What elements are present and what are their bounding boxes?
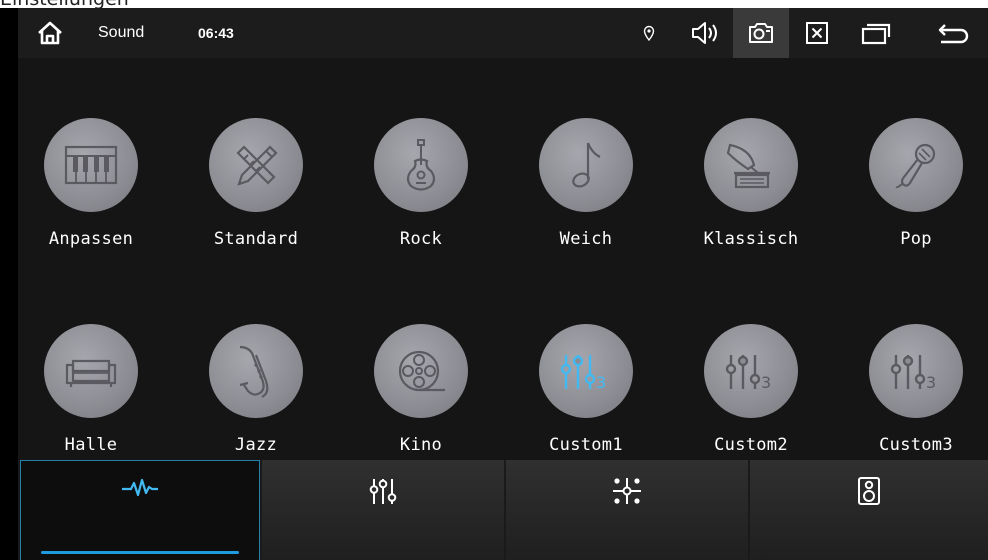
recent-apps-icon bbox=[861, 23, 891, 45]
mode-label: Pop bbox=[900, 229, 932, 249]
mode-label: Weich bbox=[559, 229, 613, 249]
volume-icon bbox=[692, 22, 717, 44]
mode-circle bbox=[869, 118, 963, 212]
tab-balance-fader[interactable] bbox=[506, 460, 748, 560]
sound-mode-standard[interactable]: Standard bbox=[181, 118, 331, 288]
sofa-icon bbox=[65, 359, 117, 387]
tab-sound-effects[interactable] bbox=[20, 460, 260, 560]
screen-title-text: Sound bbox=[98, 24, 145, 41]
bottom-tab-bar bbox=[18, 460, 988, 560]
home-icon bbox=[38, 21, 62, 45]
sound-mode-rock[interactable]: Rock bbox=[346, 118, 496, 288]
volume-button[interactable] bbox=[682, 8, 728, 58]
mode-circle: 3 bbox=[704, 324, 798, 418]
mode-circle bbox=[374, 324, 468, 418]
mode-label: Custom1 bbox=[549, 435, 623, 455]
gramophone-icon bbox=[726, 143, 770, 189]
waveform-icon bbox=[122, 478, 158, 497]
mode-label: Jazz bbox=[234, 435, 278, 455]
sound-mode-klassisch[interactable]: Klassisch bbox=[676, 118, 826, 288]
sound-mode-weich[interactable]: Weich bbox=[511, 118, 661, 288]
recent-apps-button[interactable] bbox=[853, 8, 899, 58]
balance-fader-icon bbox=[613, 478, 641, 504]
screenshot-icon bbox=[749, 23, 773, 43]
film-reel-icon bbox=[398, 350, 445, 392]
mode-label: Rock bbox=[399, 229, 443, 249]
location-indicator bbox=[636, 8, 662, 58]
mode-circle bbox=[44, 324, 138, 418]
mode-label: Kino bbox=[399, 435, 443, 455]
sound-mode-anpassen[interactable]: Anpassen bbox=[16, 118, 166, 288]
active-tab-indicator bbox=[41, 551, 239, 554]
sound-modes-panel: Anpassen Standard Rock Weich Klassisch P… bbox=[18, 58, 988, 460]
clock-text: 06:43 bbox=[198, 25, 234, 41]
tab-speaker[interactable] bbox=[750, 460, 988, 560]
tab-equalizer[interactable] bbox=[262, 460, 504, 560]
equalizer-custom-icon: 3 bbox=[560, 355, 606, 391]
equalizer-custom-icon: 3 bbox=[725, 355, 771, 391]
home-button[interactable] bbox=[28, 8, 72, 58]
mode-circle bbox=[209, 324, 303, 418]
mode-label: Halle bbox=[64, 435, 118, 455]
clock: 06:43 bbox=[198, 8, 268, 58]
sound-mode-pop[interactable]: Pop bbox=[841, 118, 988, 288]
pencil-ruler-icon bbox=[236, 145, 278, 186]
mode-label: Anpassen bbox=[48, 229, 134, 249]
window-title-strip: Einstellungen bbox=[0, 0, 988, 8]
music-note-icon bbox=[572, 142, 601, 188]
close-button[interactable] bbox=[794, 8, 840, 58]
location-icon bbox=[643, 25, 655, 41]
mode-label: Klassisch bbox=[703, 229, 799, 249]
mode-circle bbox=[44, 118, 138, 212]
microphone-icon bbox=[895, 143, 936, 189]
screen-title: Sound bbox=[98, 8, 188, 58]
saxophone-icon bbox=[239, 345, 269, 398]
back-button[interactable] bbox=[928, 8, 980, 58]
mode-label: Custom3 bbox=[879, 435, 953, 455]
mode-label: Custom2 bbox=[714, 435, 788, 455]
mode-label: Standard bbox=[213, 229, 299, 249]
screenshot-button[interactable] bbox=[733, 8, 789, 58]
mode-circle bbox=[704, 118, 798, 212]
window-title: Einstellungen bbox=[0, 0, 129, 8]
svg-text:3: 3 bbox=[596, 373, 606, 391]
back-icon bbox=[938, 24, 969, 44]
mode-circle bbox=[209, 118, 303, 212]
close-icon bbox=[806, 22, 828, 44]
speaker-icon bbox=[858, 477, 880, 505]
mode-circle: 3 bbox=[869, 324, 963, 418]
mode-circle bbox=[374, 118, 468, 212]
svg-text:3: 3 bbox=[761, 373, 771, 391]
equalizer-custom-icon: 3 bbox=[890, 355, 936, 391]
mode-circle: 3 bbox=[539, 324, 633, 418]
equalizer-sliders-icon bbox=[369, 479, 397, 504]
mode-circle bbox=[539, 118, 633, 212]
piano-icon bbox=[64, 145, 118, 185]
svg-text:3: 3 bbox=[926, 373, 936, 391]
guitar-icon bbox=[406, 139, 436, 191]
status-bar: Sound 06:43 bbox=[18, 8, 988, 58]
